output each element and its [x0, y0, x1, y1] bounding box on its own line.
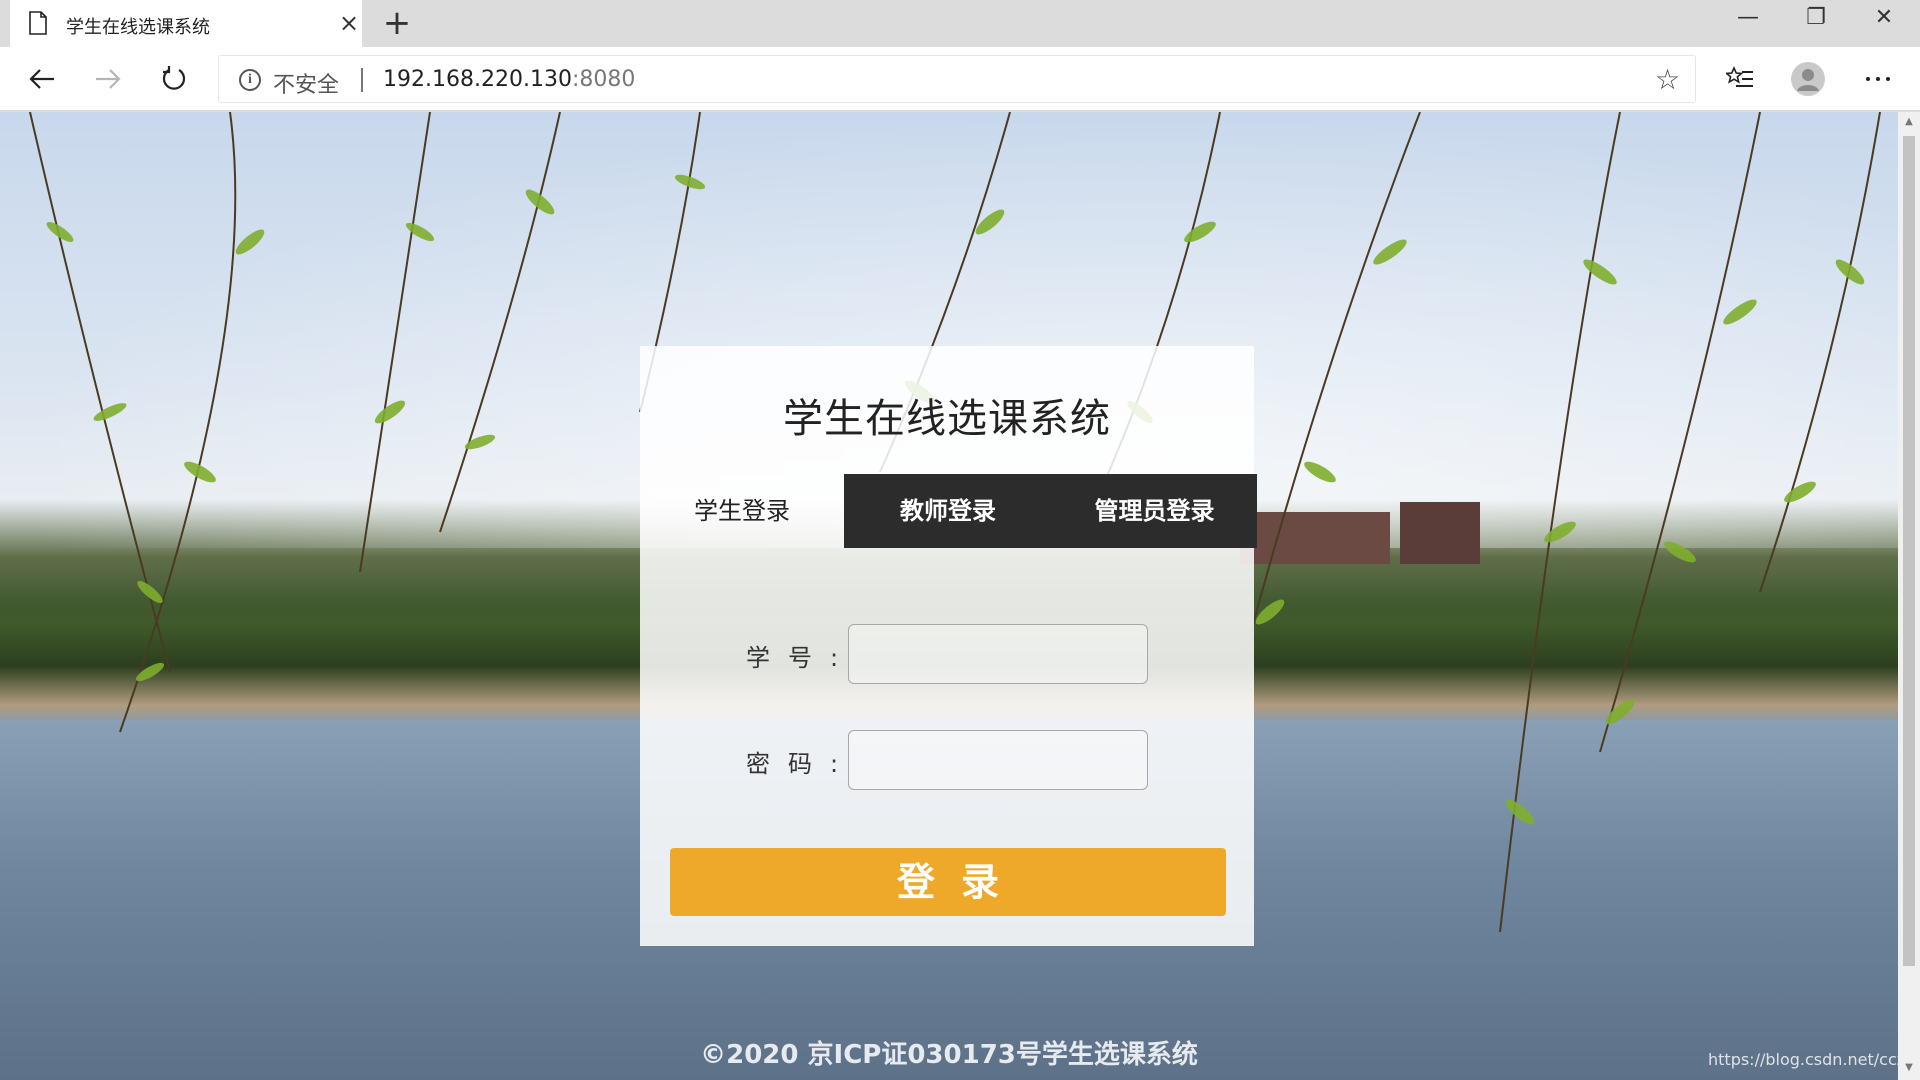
scroll-thumb[interactable]: [1903, 136, 1915, 966]
tab-close-icon[interactable]: ×: [336, 10, 362, 36]
star-icon[interactable]: ☆: [1655, 66, 1680, 94]
student-id-input[interactable]: [848, 624, 1148, 684]
login-title: 学生在线选课系统: [783, 396, 1111, 442]
url-host: 192.168.220.130: [383, 67, 572, 92]
new-tab-button[interactable]: +: [380, 6, 414, 40]
scroll-down-icon[interactable]: ▼: [1903, 1062, 1915, 1074]
password-label: 密码:: [746, 750, 857, 778]
tab-title: 学生在线选课系统: [66, 17, 210, 38]
tab-student-login[interactable]: 学生登录: [640, 474, 844, 548]
browser-navigation-bar: i 不安全 192.168.220.130:8080 ☆: [0, 47, 1920, 111]
login-role-tabs: 学生登录 教师登录 管理员登录: [640, 474, 1257, 548]
login-button[interactable]: 登录: [670, 848, 1226, 916]
password-input[interactable]: [848, 730, 1148, 790]
tab-admin-login[interactable]: 管理员登录: [1052, 474, 1257, 548]
page-icon: [29, 11, 47, 35]
watermark-text: https://blog.csdn.net/cczxc: [1708, 1050, 1898, 1069]
favorites-list-icon[interactable]: [1718, 57, 1762, 101]
address-bar[interactable]: i 不安全 192.168.220.130:8080 ☆: [218, 55, 1696, 103]
browser-tab[interactable]: 学生在线选课系统 ×: [10, 0, 362, 47]
scroll-up-icon[interactable]: ▲: [1903, 116, 1915, 128]
footer-copyright: ©2020 京ICP证030173号学生选课系统: [700, 1040, 1198, 1070]
back-arrow-icon[interactable]: [20, 57, 64, 101]
student-id-label: 学号:: [746, 644, 857, 672]
address-divider: [361, 68, 363, 92]
login-panel: 学生在线选课系统 学生登录 教师登录 管理员登录 学号: 密码: 登录: [640, 346, 1257, 946]
profile-avatar-icon[interactable]: [1786, 57, 1830, 101]
refresh-icon[interactable]: [152, 57, 196, 101]
student-id-row: 学号:: [640, 624, 1254, 684]
close-window-button[interactable]: ✕: [1850, 0, 1918, 36]
restore-button[interactable]: ❐: [1782, 0, 1850, 36]
url-port: :8080: [571, 67, 636, 92]
url-text[interactable]: 192.168.220.130:8080: [383, 67, 635, 92]
info-icon[interactable]: i: [239, 69, 261, 91]
browser-tab-bar: 学生在线选课系统 × + — ❐ ✕: [0, 0, 1920, 47]
more-menu-icon[interactable]: [1856, 57, 1900, 101]
vertical-scrollbar[interactable]: ▲ ▼: [1898, 112, 1920, 1080]
forward-arrow-icon[interactable]: [86, 57, 130, 101]
security-label[interactable]: 不安全: [273, 67, 339, 99]
minimize-button[interactable]: —: [1714, 0, 1782, 36]
page-viewport: 学生在线选课系统 学生登录 教师登录 管理员登录 学号: 密码: 登录 ©202…: [0, 112, 1898, 1080]
password-row: 密码:: [640, 730, 1254, 790]
tab-teacher-login[interactable]: 教师登录: [844, 474, 1052, 548]
